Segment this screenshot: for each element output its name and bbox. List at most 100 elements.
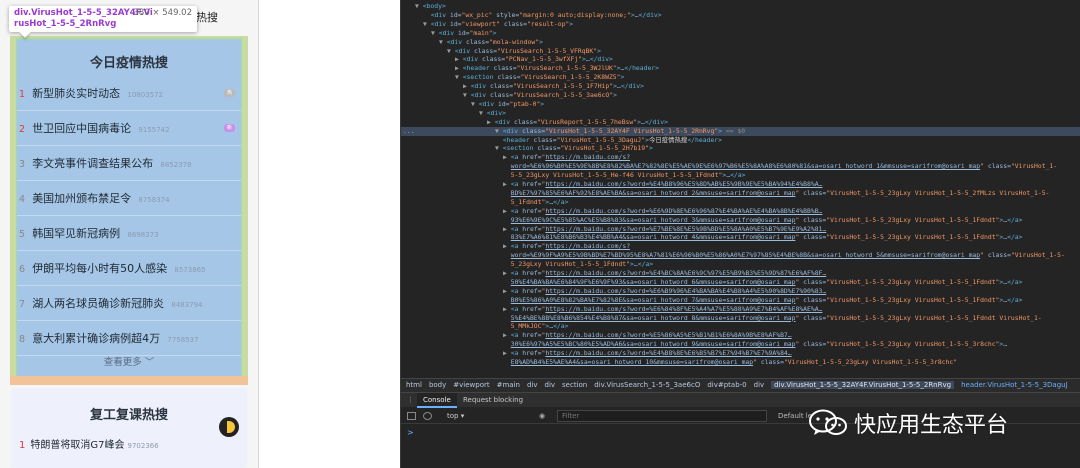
hot-list-item[interactable]: 6 伊朗平均每小时有50人感染 8573865 [17, 251, 241, 286]
clear-console-icon[interactable] [423, 412, 432, 420]
inspect-tooltip-dims: 380 × 549.02 [133, 8, 193, 18]
breadcrumb-item[interactable]: #main [497, 381, 520, 389]
hot-item-count: 9155742 [138, 126, 170, 134]
elements-tree-line[interactable]: 5%E4%BE%8B%E8%B6%854%E4%B8%87&sa=osari_h… [503, 314, 1042, 323]
elements-tree-line[interactable]: ▼ <div id="ptab-0"> [471, 100, 544, 109]
hot-list-item[interactable]: 7 湖人两名球员确诊新冠肺炎 8483794 [17, 286, 241, 321]
elements-tree-line[interactable]: <header class="VirusHot_1-5-5_3DaguJ">今日… [495, 136, 722, 145]
elements-tree-line[interactable]: <div id="wx_pic" style="margin:0 auto;di… [423, 11, 662, 20]
elements-tree-line[interactable]: ▶ <a href="https://m.baidu.com/s?word=%E… [503, 305, 822, 314]
hot-badge: 热 [224, 89, 235, 97]
resume-list-item[interactable]: 1 特朗普将取消G7峰会 9702366 [19, 436, 159, 451]
elements-tree-line[interactable]: 5_23gLxy VirusHot_1-5-5_1Fdndt">…</a> [503, 260, 653, 269]
elements-tree-line[interactable]: 5-5_23gLxy VirusHot_1-5-5_He-f46 VirusHo… [503, 171, 746, 180]
console-prompt[interactable]: > [407, 428, 414, 437]
elements-tree-line[interactable]: 5_MMkJOC">…</a> [503, 322, 569, 331]
breadcrumb-item[interactable]: div [754, 381, 765, 389]
inspect-highlight-bottom-margin [10, 376, 248, 385]
drawer-menu-icon[interactable]: ⋮ [407, 393, 414, 407]
elements-tree-selected-line[interactable]: ▼ <div class="VirusHot_1-5-5_32AY4F Viru… [401, 126, 1080, 136]
elements-tree-line[interactable]: 93%E6%9E%9C%E5%85%AC%E5%B8%83&sa=osari_h… [503, 216, 1023, 225]
elements-tree-line[interactable]: ▼ <section class="VirusSearch_1-5-5_2K8W… [455, 73, 624, 82]
hot-list-item[interactable]: 8 意大利累计确诊病例超4万 7758537 [17, 321, 241, 356]
context-select[interactable]: top ▾ [447, 408, 464, 424]
elements-tree-line[interactable]: ▼ <div id="viewport" class="result-op"> [423, 20, 573, 29]
watermark: 快应用生态平台 [808, 405, 1056, 441]
resume-item-rank: 1 [19, 440, 26, 451]
filter-input[interactable]: Filter [557, 410, 767, 422]
elements-tree[interactable]: ▼ <body> <div id="wx_pic" style="margin:… [401, 0, 1080, 378]
hot-item-rank: 6 [19, 264, 26, 275]
sidebar-toggle-icon[interactable] [407, 412, 416, 420]
hot-item-title[interactable]: 伊朗平均每小时有50人感染 [32, 262, 167, 275]
elements-tree-line[interactable]: ▼ <div id="main"> [431, 29, 496, 38]
hot-list-item[interactable]: 3 李文亮事件调查结果公布 8852378 [17, 146, 241, 181]
breadcrumb-item[interactable]: div#ptab-0 [707, 381, 746, 389]
breadcrumb-item[interactable]: div.VirusSearch_1-5-5_3ae6cO [594, 381, 700, 389]
hot-list-item[interactable]: 4 美国加州颁布禁足令 8758374 [17, 181, 241, 216]
elements-tree-line[interactable]: ▶ <div class="VirusReport_1-5-5_7heBsw">… [487, 118, 668, 127]
hot-item-title[interactable]: 世卫回应中国病毒论 [32, 122, 131, 135]
hot-item-title[interactable]: 意大利累计确诊病例超4万 [32, 332, 160, 345]
hot-item-title[interactable]: 美国加州颁布禁足令 [32, 192, 131, 205]
elements-tree-line[interactable]: ▶ <a href="https://m.baidu.com/s?word=%E… [503, 207, 822, 216]
hot-list-item[interactable]: 1 新型肺炎实时动态 10803572 热 [17, 76, 241, 111]
elements-tree-line[interactable]: ▶ <a href="https://m.baidu.com/s?word=%E… [503, 331, 792, 340]
elements-tree-line[interactable]: 5_1Fdndt">…</a> [503, 198, 569, 207]
breadcrumb-item[interactable]: html [406, 381, 422, 389]
hot-item-count: 8698373 [127, 231, 159, 239]
hot-item-title[interactable]: 新型肺炎实时动态 [32, 87, 120, 100]
elements-tree-line[interactable]: ▶ <div class="VirusSearch_1-5-5_1F7Hip">… [463, 82, 644, 91]
hot-item-title[interactable]: 韩国罕见新冠病例 [32, 227, 120, 240]
see-more-button[interactable]: 查看更多 ﹀ [17, 354, 241, 368]
devtools-panel: ▼ <body> <div id="wx_pic" style="margin:… [400, 0, 1080, 468]
eye-icon[interactable]: ◉ [539, 408, 545, 424]
elements-tree-line[interactable]: 50%E4%BA%BA%E6%84%9F%E6%9F%93&sa=osari_h… [503, 278, 1023, 287]
elements-tree-line[interactable]: ▶ <a href="https://m.baidu.com/s? [503, 242, 630, 251]
resume-item-count: 9702366 [127, 442, 159, 450]
hot-list-item[interactable]: 2 世卫回应中国病毒论 9155742 新 [17, 111, 241, 146]
elements-tree-line[interactable]: ▶ <header class="VirusSearch_1-5-5_3WJlU… [455, 64, 659, 73]
breadcrumb-item[interactable]: header.VirusHot_1-5-5_3DaguJ [961, 381, 1068, 389]
elements-tree-line[interactable]: ▶ <a href="https://m.baidu.com/s?word=%E… [503, 349, 792, 358]
elements-tree-line[interactable]: ▶ <div class="PCNav_1-5-5_3wfXFj">…</div… [455, 55, 613, 64]
hot-item-title[interactable]: 湖人两名球员确诊新冠肺炎 [32, 297, 164, 310]
elements-tree-line[interactable]: ▶ <a href="https://m.baidu.com/s?word=%E… [503, 269, 826, 278]
elements-tree-line[interactable]: ▶ <a href="https://m.baidu.com/s?word=%E… [503, 180, 822, 189]
breadcrumb-item[interactable]: section [562, 381, 587, 389]
screenshot-root: div.VirusHot_1-5-5_32AY4F.VirusHot_1-5-5… [0, 0, 1080, 468]
hot-item-count: 8852378 [160, 161, 192, 169]
elements-tree-line[interactable]: word=%E6%96%B0%E5%9E%8B%E8%82%BA%E7%82%8… [503, 162, 1057, 171]
elements-tree-line[interactable]: word=%E9%9F%A9%E5%9B%BD%E7%BD%95%E8%A7%8… [503, 251, 1065, 260]
elements-tree-line[interactable]: ▼ <div class="VirusSearch_1-5-5_3ae6cO"> [463, 91, 617, 100]
elements-tree-line[interactable]: ▼ <div class="VirusSearch_1-5-5_VFRqBK"> [447, 47, 601, 56]
log-levels-select[interactable]: Default le [778, 408, 812, 424]
hot-list-item[interactable]: 5 韩国罕见新冠病例 8698373 [17, 216, 241, 251]
selected-line-ellipsis[interactable]: ... [403, 127, 415, 136]
tab-console[interactable]: Console [417, 393, 457, 408]
tab-request-blocking[interactable]: Request blocking [457, 393, 529, 408]
elements-tree-line[interactable]: ▶ <a href="https://m.baidu.com/s? [503, 153, 630, 162]
hot-card-title: 今日疫情热搜 [89, 56, 168, 71]
elements-tree-line[interactable]: ▶ <a href="https://m.baidu.com/s?word=%E… [503, 287, 826, 296]
breadcrumb-item[interactable]: div [545, 381, 556, 389]
hot-item-title[interactable]: 李文亮事件调查结果公布 [32, 157, 153, 170]
hot-item-count: 8758374 [138, 196, 170, 204]
elements-tree-line[interactable]: ▶ <a href="https://m.baidu.com/s?word=%E… [503, 225, 826, 234]
elements-tree-line[interactable]: ▼ <div> [479, 109, 506, 118]
elements-tree-line[interactable]: BD%E7%97%85%E6%AF%92%E8%AE%BA&sa=osari_h… [503, 189, 1050, 198]
breadcrumb-item[interactable]: body [429, 381, 446, 389]
breadcrumb-item-current[interactable]: div.VirusHot_1-5-5_32AY4F.VirusHot_1-5-5… [771, 381, 955, 389]
elements-tree-line[interactable]: ▼ <div class="mola-window"> [439, 38, 543, 47]
dark-mode-toggle-icon[interactable] [219, 417, 239, 437]
elements-tree-line[interactable]: ▼ <section class="VirusHot_1-5-5_2H7b19"… [495, 144, 653, 153]
breadcrumb-item[interactable]: div [527, 381, 538, 389]
breadcrumb-item[interactable]: #viewport [453, 381, 489, 389]
elements-tree-line[interactable]: B0%E5%86%A0%E8%82%BA%E7%82%8E&sa=osari_h… [503, 296, 1023, 305]
elements-tree-line[interactable]: ▼ <body> [415, 2, 446, 11]
elements-tree-line[interactable]: 30%E6%97%A5%E5%BC%80%E5%AD%A6&sa=osari_h… [503, 340, 1007, 349]
wechat-logo-icon [809, 409, 847, 435]
resume-item-title[interactable]: 特朗普将取消G7峰会 [30, 440, 124, 451]
elements-tree-line[interactable]: 83%E7%A6%81%E8%B6%B3%E4%BB%A4&sa=osari_h… [503, 233, 1023, 242]
elements-tree-line[interactable]: E8%AD%B4%E5%AE%A4&sa=osari_hotword_10&mm… [503, 358, 957, 367]
